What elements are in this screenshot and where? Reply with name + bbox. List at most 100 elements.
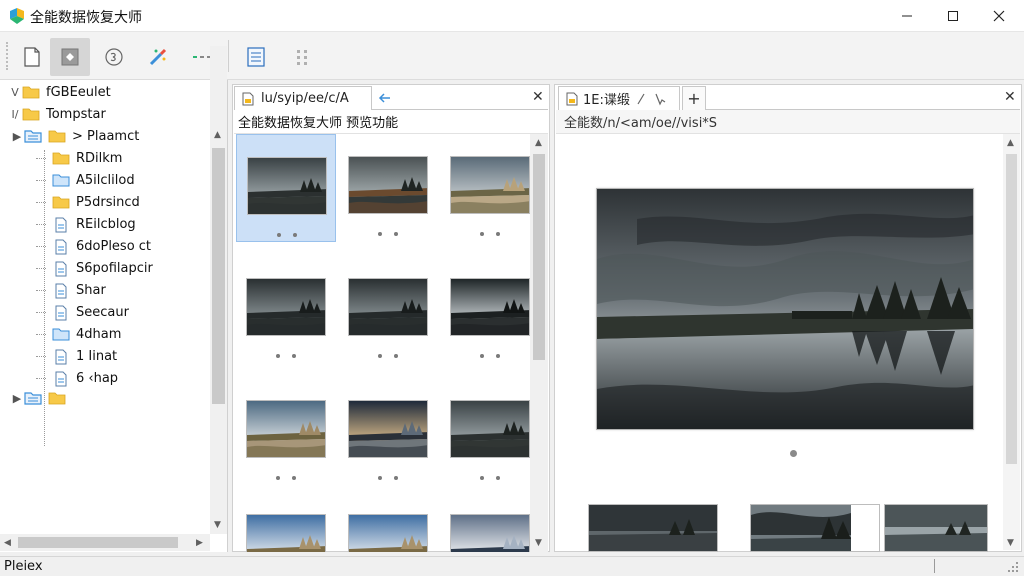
tree-item[interactable]: I/Tompstar [8,104,106,124]
file-icon [52,217,70,233]
thumbnail-grid[interactable] [234,134,530,552]
preview-page-indicator[interactable] [790,450,797,457]
thumbnail-item[interactable] [338,134,438,242]
thumbnail-item[interactable] [440,134,530,242]
pin-arrow-icon[interactable] [378,91,392,105]
folder-icon [52,151,70,165]
preview-scroll-thumb[interactable] [1006,154,1017,464]
toolbar-grid-button[interactable] [282,38,322,76]
tree-scroll-up-arrow[interactable]: ▲ [214,130,221,140]
tree-scroll-thumb[interactable] [212,148,225,404]
thumbnail-image [246,400,326,458]
tree-item[interactable]: RDilkm [36,148,122,168]
tab-preview[interactable]: 1E:谍缎 [558,86,680,110]
tree-hscroll-thumb[interactable] [18,537,178,548]
file-icon [52,371,70,387]
tree-item[interactable]: Seecaur [36,302,129,322]
folder-tree-panel[interactable]: VfGBEeulet I/Tompstar ▶ > Plaamct RDilkm A5il… [0,80,228,552]
toolbar-preview-button[interactable] [236,38,276,76]
thumbnail-more-indicator[interactable] [480,476,500,482]
preview-image[interactable] [596,188,974,430]
resize-grip-icon[interactable] [1006,560,1020,574]
tree-scroll-left-arrow[interactable]: ◀ [4,538,11,548]
close-window-button[interactable] [976,0,1022,32]
thumbnail-item[interactable] [338,378,438,486]
thumbnail-item[interactable] [440,256,530,364]
toolbar-disk-button[interactable] [94,38,134,76]
thumbnail-image [348,278,428,336]
thumbnail-more-indicator[interactable] [378,476,398,482]
tree-item[interactable]: 1 Iinat [36,346,117,366]
tree-guide-line [36,158,46,159]
maximize-button[interactable] [930,0,976,32]
tree-item[interactable]: S6pofilapcir [36,258,153,278]
tree-expand-toggle[interactable]: V [8,86,22,99]
file-icon [52,239,70,255]
minimize-button[interactable] [884,0,930,32]
add-tab-button[interactable]: + [682,86,706,110]
thumbnail-item[interactable] [440,492,530,552]
document-icon [24,47,40,67]
preview-scroll-up-arrow[interactable]: ▲ [1007,138,1014,148]
right-tab-strip [706,86,1020,110]
thumbnail-more-indicator[interactable] [276,476,296,482]
tree-item-label: > Plaamct [72,128,140,144]
thumbnail-more-indicator[interactable] [378,354,398,360]
thumbnail-item[interactable] [236,256,336,364]
filmstrip-thumb[interactable] [750,504,880,552]
tree-item[interactable]: 4dham [36,324,121,344]
tab-tools-icon[interactable] [636,92,666,106]
tab-thumbnails[interactable]: lu/syip/ee/c/A [234,86,372,110]
tree-guide-line [36,246,46,247]
thumbnail-more-indicator[interactable] [480,232,500,238]
toolbar-scan-button[interactable] [50,38,90,76]
thumbnail-more-indicator[interactable] [276,354,296,360]
blue-folder-icon [24,391,42,405]
status-divider [934,559,935,573]
folder-icon [48,391,66,405]
thumbnail-scroll-thumb[interactable] [533,154,545,360]
tree-item[interactable]: P5drsincd [36,192,140,212]
thumbnail-item[interactable] [338,492,438,552]
thumbnail-scroll-down-arrow[interactable]: ▼ [535,538,542,548]
tree-item[interactable]: 6 ‹hap [36,368,119,388]
tree-scroll-down-arrow[interactable]: ▼ [214,520,221,530]
tree-item[interactable]: REilcblog [36,214,136,234]
toolbar-new-button[interactable] [12,38,52,76]
close-icon [993,10,1005,22]
tree-item[interactable]: 6doPleso ct [36,236,151,256]
scan-icon [61,48,79,66]
preview-scroll-down-arrow[interactable]: ▼ [1007,538,1014,548]
filmstrip-thumb[interactable] [588,504,718,552]
tree-item-label: 6 ‹hap [76,370,119,386]
thumbnail-more-indicator[interactable] [277,233,297,239]
tree-scroll-right-arrow[interactable]: ▶ [196,538,203,548]
middle-close-button[interactable]: ✕ [532,89,544,105]
tree-item[interactable]: A5ilclilod [36,170,135,190]
tree-expand-toggle[interactable]: ▶ [10,130,24,143]
app-logo-icon [8,7,26,25]
thumbnail-item[interactable] [236,134,336,242]
thumbnail-more-indicator[interactable] [480,354,500,360]
thumbnail-item[interactable] [338,256,438,364]
right-close-button[interactable]: ✕ [1004,89,1016,105]
tree-item[interactable]: ▶ [10,388,72,408]
toolbar-grip[interactable] [6,42,8,70]
toolbar-repair-button[interactable] [138,38,178,76]
thumbnail-more-indicator[interactable] [378,232,398,238]
tree-expand-toggle[interactable]: ▶ [10,392,24,405]
tree-item[interactable]: VfGBEeulet [8,82,111,102]
magic-wand-icon [149,48,167,66]
thumbnail-item[interactable] [236,378,336,486]
thumbnail-item[interactable] [236,492,336,552]
grid-dots-icon [297,50,307,65]
tree-item[interactable]: Shar [36,280,106,300]
thumbnail-scroll-up-arrow[interactable]: ▲ [535,138,542,148]
thumbnail-item[interactable] [440,378,530,486]
tree-item-label: Tompstar [46,106,106,122]
app-title: 全能数据恢复大师 [30,10,142,26]
tree-item[interactable]: ▶ > Plaamct [10,126,140,146]
tree-expand-toggle[interactable]: I/ [8,108,22,121]
status-text: Pleiex [4,559,43,574]
filmstrip-thumb[interactable] [884,504,988,552]
